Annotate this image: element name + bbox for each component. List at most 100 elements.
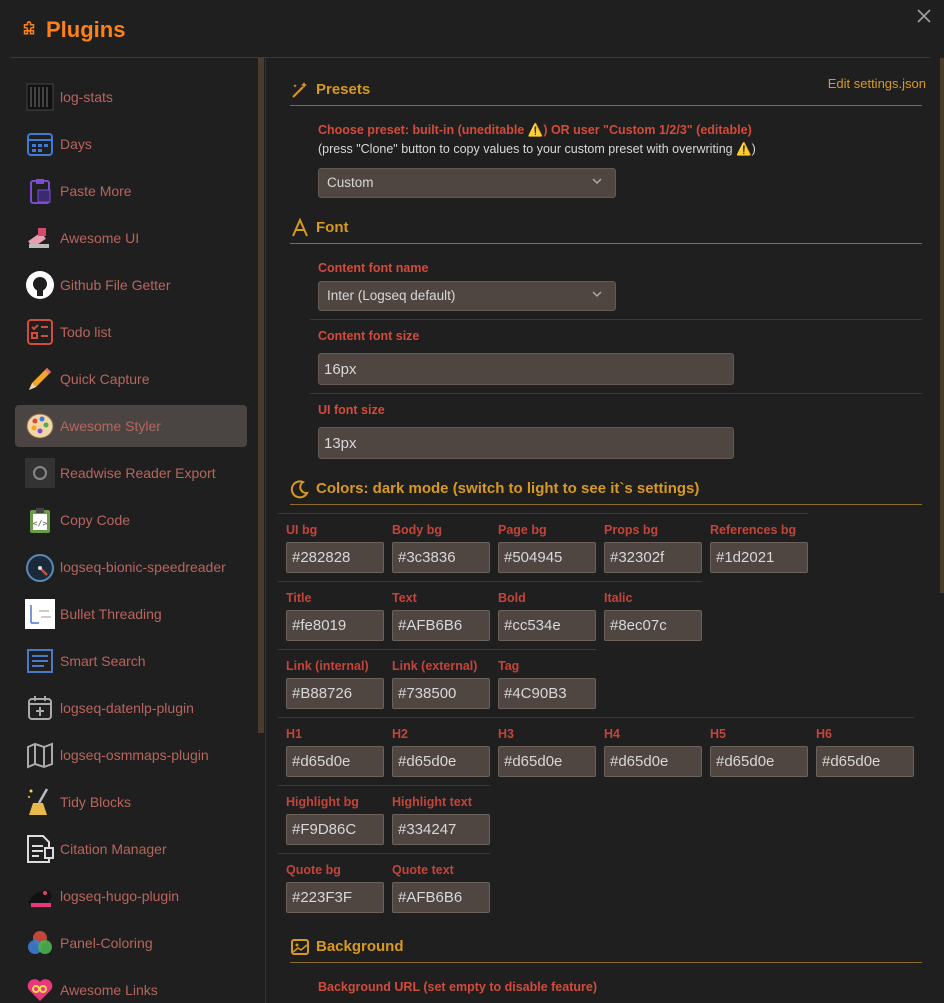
calendar-plus-icon (25, 693, 55, 723)
content-font-name-label: Content font name (318, 261, 429, 275)
field-divider (278, 717, 914, 718)
speedometer-icon (25, 552, 55, 582)
sidebar-item-paste-more[interactable]: Paste More (15, 170, 247, 212)
link-internal-input[interactable]: #B88726 (286, 678, 384, 709)
content-font-size-input[interactable]: 16px (318, 353, 734, 385)
field-divider (310, 319, 922, 320)
bullet-threading-icon (25, 599, 55, 629)
field-divider (278, 853, 490, 854)
sidebar-item-label: Github File Getter (60, 277, 171, 293)
h2-input[interactable]: #d65d0e (392, 746, 490, 777)
page-title: Plugins (46, 17, 126, 42)
todo-list-icon (25, 317, 55, 347)
link-external-input[interactable]: #738500 (392, 678, 490, 709)
awesome-ui-icon (25, 223, 55, 253)
sidebar-item-log-stats[interactable]: log-stats (15, 76, 247, 118)
field-divider (278, 785, 490, 786)
paste-icon (25, 176, 55, 206)
props-bg-label: Props bg (604, 523, 659, 537)
link-external-label: Link (external) (392, 659, 478, 673)
sidebar-item-github-file-getter[interactable]: Github File Getter (15, 264, 247, 306)
github-icon (25, 270, 55, 300)
section-presets: Presets (290, 80, 922, 106)
sidebar-item-label: Quick Capture (60, 371, 150, 387)
highlight-bg-input[interactable]: #F9D86C (286, 814, 384, 845)
h4-input[interactable]: #d65d0e (604, 746, 702, 777)
sidebar-item-copy-code[interactable]: </> Copy Code (15, 499, 247, 541)
sidebar-item-label: logseq-bionic-speedreader (60, 559, 226, 575)
highlight-text-input[interactable]: #334247 (392, 814, 490, 845)
title-color-input[interactable]: #fe8019 (286, 610, 384, 641)
presets-desc-part-b: ) (751, 142, 756, 156)
bold-color-label: Bold (498, 591, 526, 605)
sidebar-item-logseq-datenlp-plugin[interactable]: logseq-datenlp-plugin (15, 687, 247, 729)
content-font-name-select[interactable]: Inter (Logseq default) (318, 281, 616, 311)
sidebar-item-readwise-reader-export[interactable]: Readwise Reader Export (15, 452, 247, 494)
page-bg-input[interactable]: #504945 (498, 542, 596, 573)
sidebar-item-logseq-osmmaps-plugin[interactable]: logseq-osmmaps-plugin (15, 734, 247, 776)
sidebar-item-awesome-styler[interactable]: Awesome Styler (15, 405, 247, 447)
ui-bg-input[interactable]: #282828 (286, 542, 384, 573)
chevron-down-icon (591, 288, 603, 303)
bold-color-input[interactable]: #cc534e (498, 610, 596, 641)
preset-select[interactable]: Custom (318, 168, 616, 198)
sidebar-item-label: Panel-Coloring (60, 935, 153, 951)
field-divider (278, 513, 808, 514)
body-bg-input[interactable]: #3c3836 (392, 542, 490, 573)
sidebar-item-awesome-ui[interactable]: Awesome UI (15, 217, 247, 259)
broom-icon (25, 787, 55, 817)
props-bg-input[interactable]: #32302f (604, 542, 702, 573)
sidebar-item-label: log-stats (60, 89, 113, 105)
quote-bg-input[interactable]: #223F3F (286, 882, 384, 913)
palette-icon (25, 411, 55, 441)
sidebar-item-panel-coloring[interactable]: Panel-Coloring (15, 922, 247, 964)
sidebar-item-label: Bullet Threading (60, 606, 162, 622)
section-colors: Colors: dark mode (switch to light to se… (290, 479, 922, 505)
highlight-text-label: Highlight text (392, 795, 472, 809)
settings-scrollbar[interactable] (940, 58, 944, 593)
quote-text-input[interactable]: #AFB6B6 (392, 882, 490, 913)
h5-input[interactable]: #d65d0e (710, 746, 808, 777)
highlight-bg-label: Highlight bg (286, 795, 359, 809)
citation-icon (25, 834, 55, 864)
h4-label: H4 (604, 727, 620, 741)
title-color-label: Title (286, 591, 312, 605)
sidebar-scrollbar[interactable] (258, 58, 264, 733)
sidebar-item-label: logseq-hugo-plugin (60, 888, 180, 904)
sidebar-item-todo-list[interactable]: Todo list (15, 311, 247, 353)
sidebar-item-label: logseq-datenlp-plugin (60, 700, 194, 716)
sidebar-item-citation-manager[interactable]: Citation Manager (15, 828, 247, 870)
font-title: Font (316, 219, 349, 236)
sidebar-item-label: Paste More (60, 183, 132, 199)
sidebar-item-label: Citation Manager (60, 841, 167, 857)
tag-color-input[interactable]: #4C90B3 (498, 678, 596, 709)
sidebar-item-bullet-threading[interactable]: Bullet Threading (15, 593, 247, 635)
italic-color-label: Italic (604, 591, 633, 605)
image-icon (290, 937, 310, 957)
moon-icon (290, 479, 310, 499)
ui-font-size-input[interactable]: 13px (318, 427, 734, 459)
plugins-title-wrap: Plugins (20, 17, 125, 43)
sidebar-item-smart-search[interactable]: Smart Search (15, 640, 247, 682)
text-color-label: Text (392, 591, 417, 605)
pencil-icon (25, 364, 55, 394)
h5-label: H5 (710, 727, 726, 741)
h6-label: H6 (816, 727, 832, 741)
references-bg-input[interactable]: #1d2021 (710, 542, 808, 573)
sidebar-item-days[interactable]: Days (15, 123, 247, 165)
sidebar-item-quick-capture[interactable]: Quick Capture (15, 358, 247, 400)
sidebar-item-logseq-hugo-plugin[interactable]: logseq-hugo-plugin (15, 875, 247, 917)
sidebar-item-label: Readwise Reader Export (60, 465, 216, 481)
italic-color-input[interactable]: #8ec07c (604, 610, 702, 641)
sidebar-item-logseq-bionic-speedreader[interactable]: logseq-bionic-speedreader (15, 546, 247, 588)
h6-input[interactable]: #d65d0e (816, 746, 914, 777)
text-color-input[interactable]: #AFB6B6 (392, 610, 490, 641)
h3-input[interactable]: #d65d0e (498, 746, 596, 777)
background-title: Background (316, 938, 404, 955)
chevron-down-icon (591, 175, 603, 190)
sidebar-item-label: Awesome Links (60, 982, 158, 998)
h1-input[interactable]: #d65d0e (286, 746, 384, 777)
sidebar-item-awesome-links[interactable]: Awesome Links (15, 969, 247, 1003)
sidebar-item-tidy-blocks[interactable]: Tidy Blocks (15, 781, 247, 823)
close-icon[interactable] (916, 8, 934, 26)
